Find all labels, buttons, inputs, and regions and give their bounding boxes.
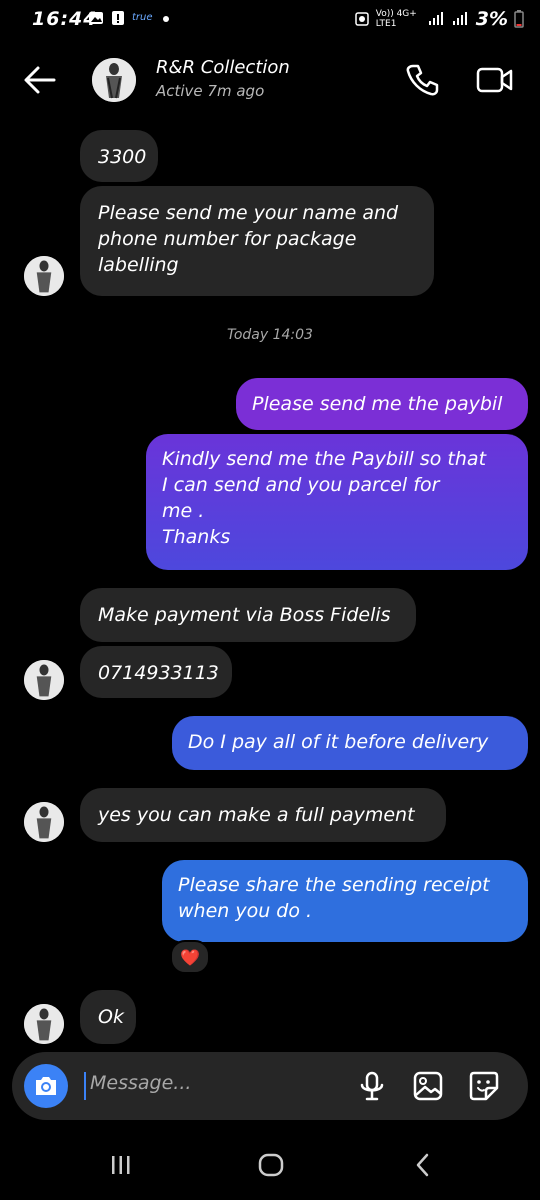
notification-dot [163, 16, 169, 22]
text-cursor [84, 1072, 86, 1100]
phone-call-icon[interactable] [404, 62, 440, 98]
outgoing-message[interactable]: Please share the sending receipt when yo… [162, 860, 528, 942]
signal-icon-2 [452, 12, 467, 25]
contact-name[interactable]: R&R Collection [156, 57, 290, 78]
true-label: true [132, 12, 153, 23]
camera-icon [36, 1077, 56, 1095]
incoming-message[interactable]: 0714933113 [80, 646, 232, 698]
alert-icon [112, 11, 124, 25]
contact-avatar-small[interactable] [24, 660, 64, 700]
system-nav-bar [0, 1130, 540, 1200]
outgoing-message[interactable]: Do I pay all of it before delivery [172, 716, 528, 770]
outgoing-message[interactable]: Kindly send me the Paybill so that I can… [146, 434, 528, 570]
contact-avatar[interactable] [92, 58, 136, 102]
contact-avatar-small[interactable] [24, 1004, 64, 1044]
sticker-icon[interactable] [468, 1070, 500, 1102]
back-nav-icon[interactable] [408, 1150, 438, 1180]
network-label: Vo)) 4G+ LTE1 [375, 9, 417, 29]
data-saver-icon [354, 12, 369, 26]
incoming-message[interactable]: Ok [80, 990, 136, 1044]
message-input[interactable]: Message... [90, 1072, 191, 1094]
heart-icon: ❤️ [180, 947, 200, 967]
battery-icon [514, 10, 524, 28]
status-bar: 16:44 true Vo)) 4G+ LTE1 3% [0, 0, 540, 40]
heart-reaction[interactable]: ❤️ [170, 940, 210, 974]
chat-header: R&R Collection Active 7m ago [0, 40, 540, 120]
battery-percent: 3% [475, 8, 508, 30]
contact-avatar-small[interactable] [24, 802, 64, 842]
incoming-message[interactable]: Please send me your name and phone numbe… [80, 186, 434, 296]
recent-apps-icon[interactable] [106, 1150, 136, 1180]
incoming-message[interactable]: Make payment via Boss Fidelis [80, 588, 416, 642]
microphone-icon[interactable] [356, 1070, 388, 1102]
camera-button[interactable] [24, 1064, 68, 1108]
timestamp-divider: Today 14:03 [227, 327, 313, 343]
contact-avatar-small[interactable] [24, 256, 64, 296]
incoming-message[interactable]: 3300 [80, 130, 158, 182]
outgoing-message[interactable]: Please send me the paybil [236, 378, 528, 430]
back-arrow-icon[interactable] [22, 62, 58, 98]
incoming-message[interactable]: yes you can make a full payment [80, 788, 446, 842]
signal-icon [428, 12, 443, 25]
gallery-icon[interactable] [412, 1070, 444, 1102]
home-icon[interactable] [256, 1150, 286, 1180]
active-status: Active 7m ago [156, 82, 265, 100]
message-composer: Message... [12, 1052, 528, 1120]
gallery-icon [89, 12, 103, 24]
video-call-icon[interactable] [476, 64, 514, 96]
